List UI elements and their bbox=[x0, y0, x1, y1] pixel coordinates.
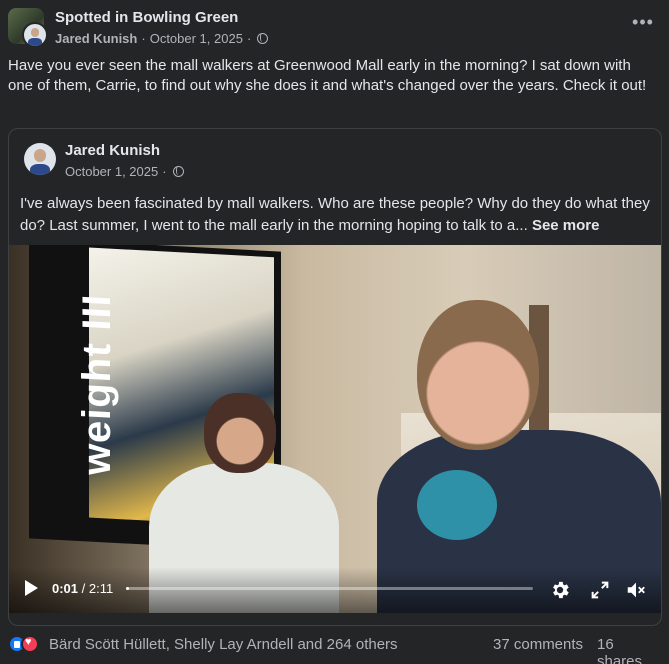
see-more-link[interactable]: See more bbox=[532, 217, 600, 234]
current-time: 0:01 bbox=[52, 581, 79, 596]
woman-head bbox=[204, 393, 276, 473]
gear-icon[interactable] bbox=[549, 579, 571, 601]
meta-separator: · bbox=[162, 164, 167, 179]
man-head bbox=[417, 300, 539, 450]
globe-icon bbox=[257, 33, 269, 44]
more-options-button[interactable]: ••• bbox=[631, 13, 655, 36]
post-text: Have you ever seen the mall walkers at G… bbox=[8, 57, 647, 94]
group-name[interactable]: Spotted in Bowling Green bbox=[55, 9, 238, 26]
shares-count[interactable]: 16 shares bbox=[597, 636, 661, 664]
comments-count[interactable]: 37 comments bbox=[493, 636, 583, 653]
shared-post-date[interactable]: October 1, 2025 bbox=[65, 164, 158, 179]
reactions-bar: Bärd Scött Hüllett, Shelly Lay Arndell a… bbox=[8, 633, 661, 664]
mute-icon[interactable] bbox=[625, 579, 647, 601]
fullscreen-icon[interactable] bbox=[589, 579, 611, 601]
meta-separator: · bbox=[246, 31, 252, 46]
progress-bar[interactable] bbox=[126, 587, 533, 590]
poster-text: weight III bbox=[75, 292, 120, 477]
shared-post-card[interactable]: Jared Kunish October 1, 2025 · I've alway… bbox=[8, 128, 662, 626]
love-icon[interactable] bbox=[21, 635, 39, 653]
globe-icon bbox=[172, 166, 184, 177]
time-separator: / bbox=[78, 581, 89, 596]
avatar-face bbox=[24, 143, 56, 175]
shared-post-meta: October 1, 2025 · bbox=[65, 164, 184, 179]
shared-author-avatar[interactable] bbox=[24, 143, 56, 175]
author-avatar[interactable] bbox=[22, 22, 48, 48]
reactors-text[interactable]: Bärd Scött Hüllett, Shelly Lay Arndell a… bbox=[49, 636, 398, 653]
post-header: Spotted in Bowling Green Jared Kunish · Oc… bbox=[8, 8, 661, 48]
shirt-logo bbox=[417, 470, 497, 540]
play-icon[interactable] bbox=[25, 580, 38, 596]
post-author[interactable]: Jared Kunish bbox=[55, 31, 137, 46]
video-time: 0:01 / 2:11 bbox=[52, 581, 113, 596]
progress-fill bbox=[126, 587, 130, 590]
duration: 2:11 bbox=[88, 581, 114, 596]
post-meta: Jared Kunish · October 1, 2025 · bbox=[55, 31, 269, 46]
post-date[interactable]: October 1, 2025 bbox=[150, 31, 243, 46]
video-player[interactable]: weight III 0:01 / 2:11 bbox=[9, 245, 661, 613]
meta-separator: · bbox=[141, 31, 146, 46]
shared-post-text: I've always been fascinated by mall walk… bbox=[20, 193, 656, 237]
shared-author-name[interactable]: Jared Kunish bbox=[65, 142, 160, 159]
video-controls: 0:01 / 2:11 bbox=[9, 567, 661, 613]
